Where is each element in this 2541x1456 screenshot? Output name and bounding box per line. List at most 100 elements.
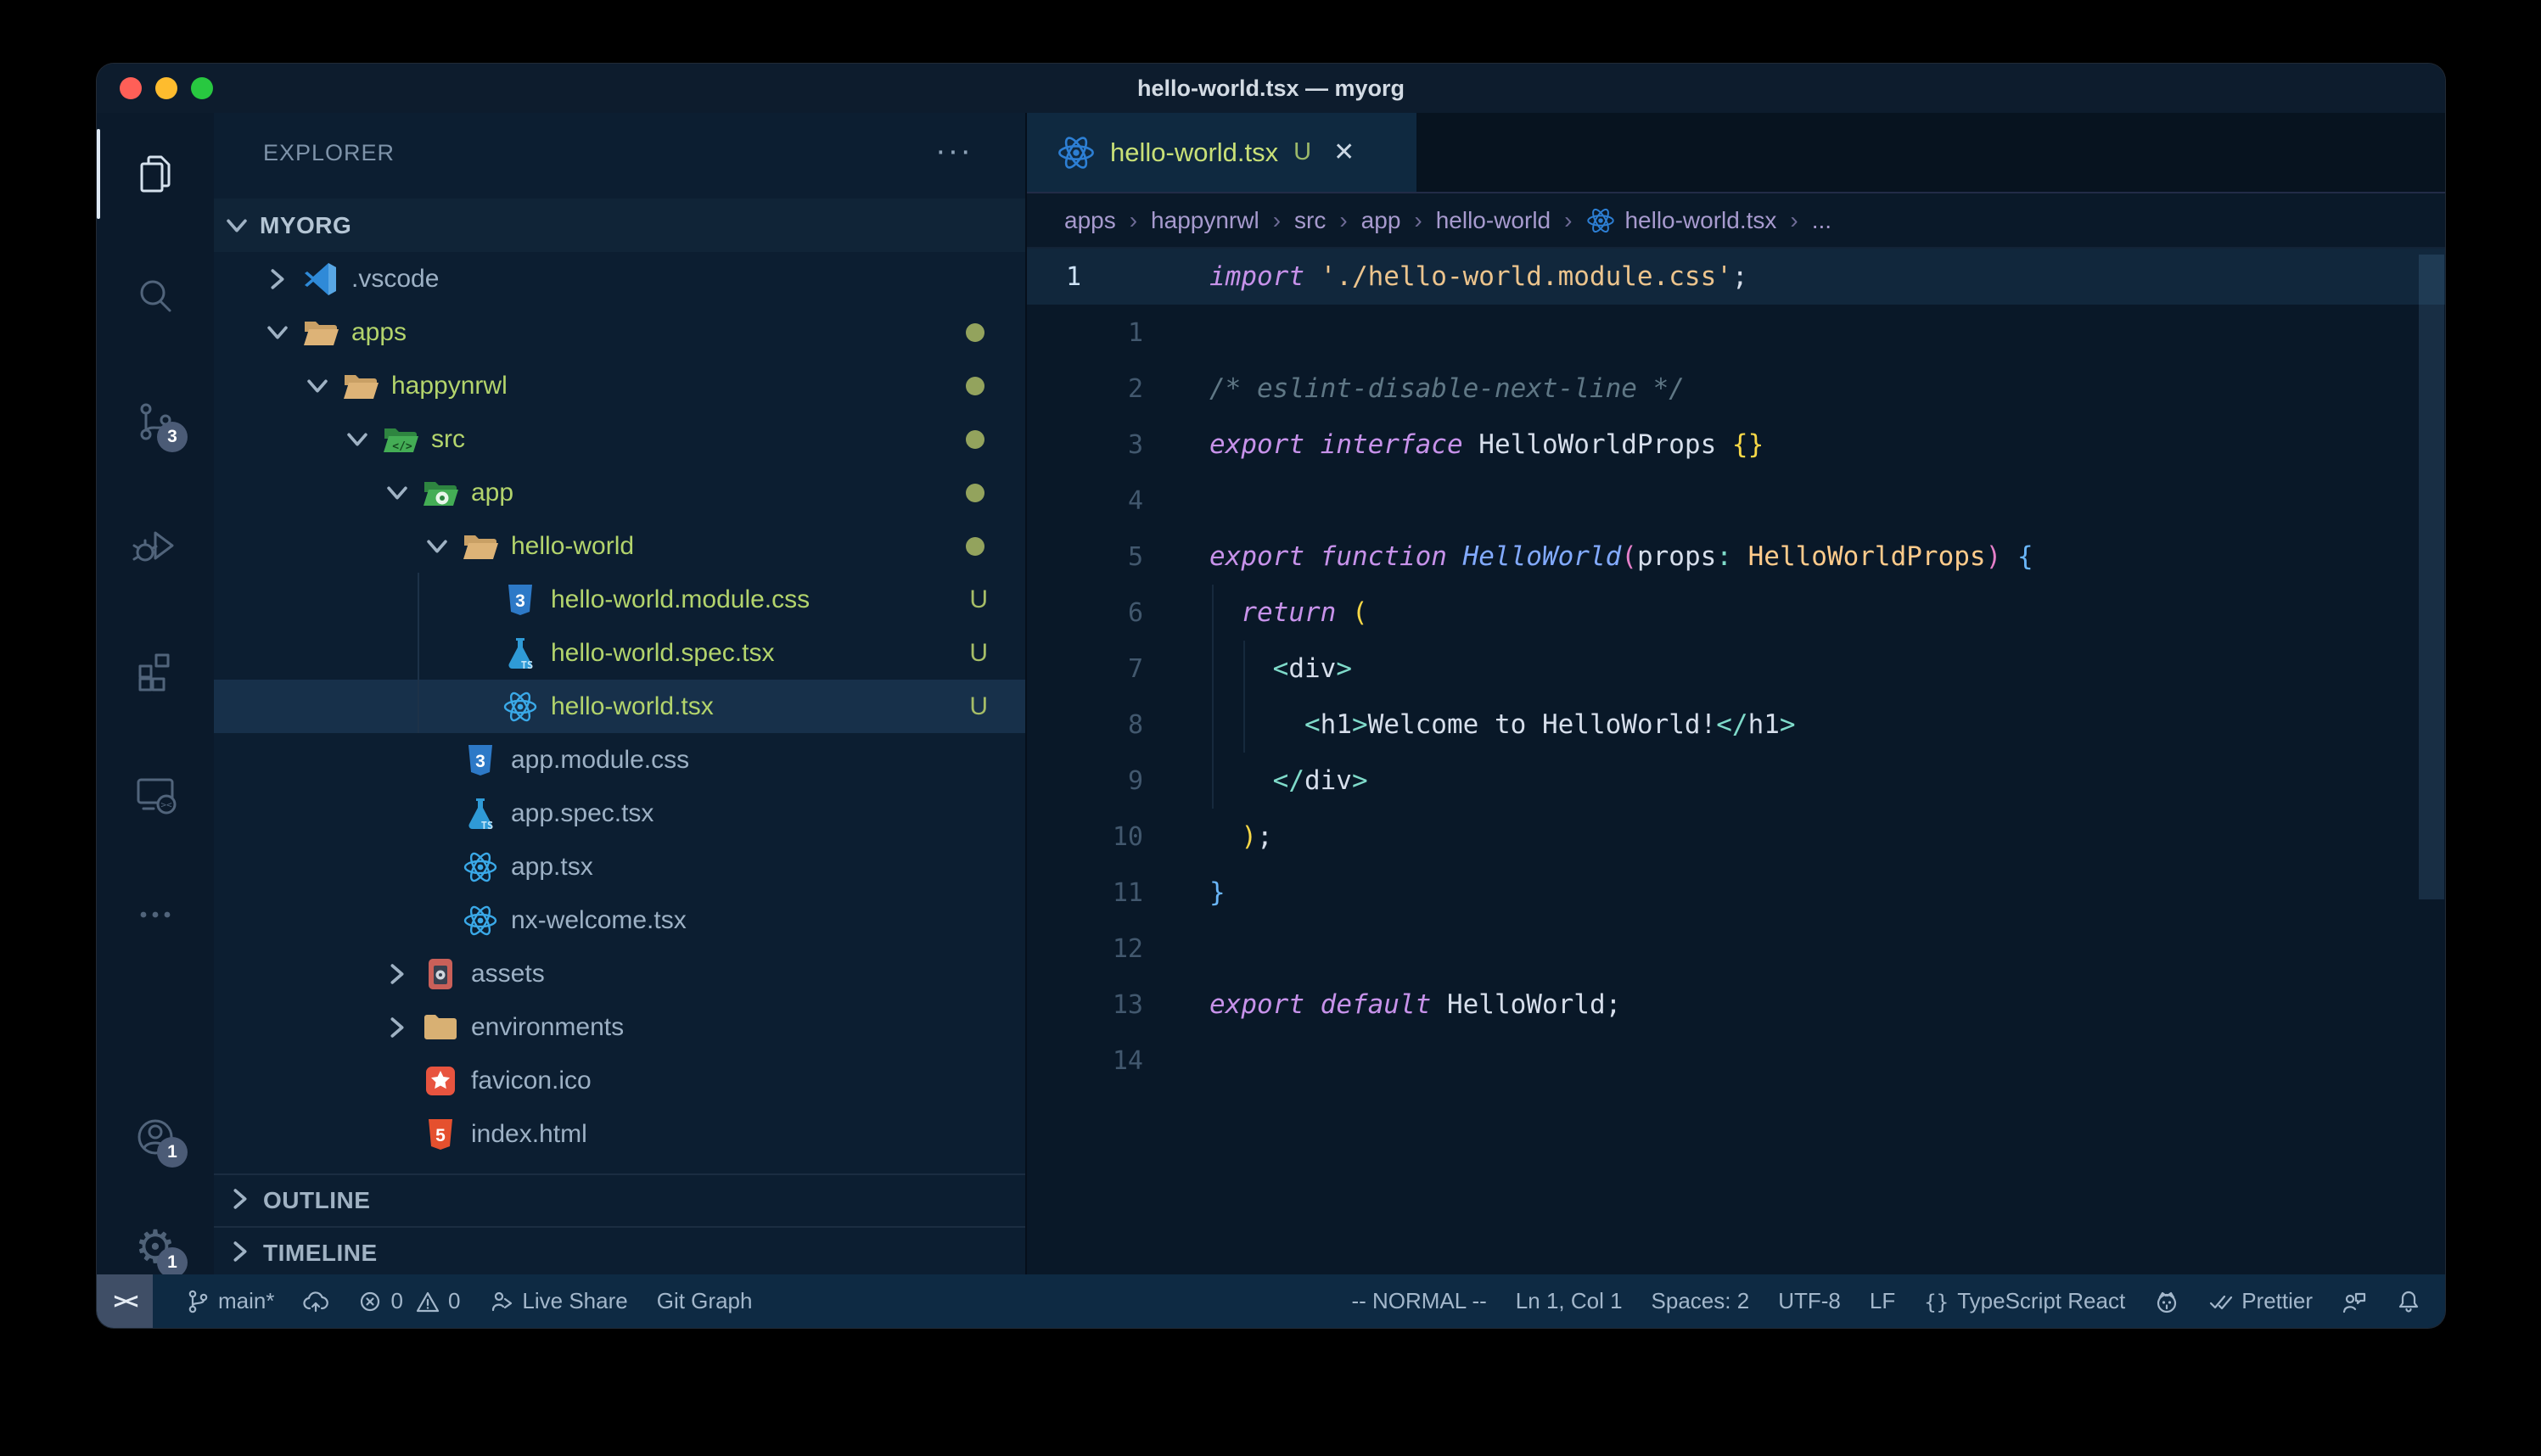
status-item-prettier[interactable]: Prettier (2208, 1288, 2313, 1314)
code-line[interactable]: 11} (1027, 865, 2445, 921)
search-icon[interactable] (132, 273, 179, 321)
explorer-sidebar: EXPLORER ··· MYORG .vscode apps happynrw… (214, 113, 1027, 1274)
tree-item-favicon-ico[interactable]: favicon.ico (214, 1054, 1025, 1107)
accounts-icon[interactable]: 1 (132, 1113, 179, 1161)
code-text: } (1209, 877, 1226, 908)
tree-item-hello-world-tsx[interactable]: hello-world.tsx U (214, 680, 1025, 733)
status-item-feedback[interactable] (2342, 1289, 2367, 1314)
tree-item-assets[interactable]: assets (214, 947, 1025, 1000)
status-item-eol[interactable]: LF (1870, 1288, 1895, 1314)
html-icon: 5 (422, 1116, 459, 1153)
assets-icon (422, 955, 459, 993)
tree-item-hello-world-module-css[interactable]: 3 hello-world.module.css U (214, 573, 1025, 626)
status-item-publish-changes[interactable] (303, 1289, 328, 1314)
tree-item-apps[interactable]: apps (214, 305, 1025, 359)
tree-item-index-html[interactable]: 5 index.html (214, 1107, 1025, 1161)
status-item-vim-mode[interactable]: -- NORMAL -- (1351, 1288, 1486, 1314)
tree-item-src[interactable]: </> src (214, 412, 1025, 466)
vscode-icon (302, 260, 339, 298)
line-number: 3 (1027, 430, 1209, 460)
source-control-icon[interactable]: 3 (132, 398, 179, 445)
code-line[interactable]: 12 (1027, 921, 2445, 977)
code-line[interactable]: 13export default HelloWorld; (1027, 977, 2445, 1033)
code-line[interactable]: 5export function HelloWorld(props: Hello… (1027, 529, 2445, 585)
explorer-more-actions-icon[interactable]: ··· (935, 133, 973, 170)
code-text: <h1>Welcome to HelloWorld!</h1> (1209, 709, 1796, 740)
tree-item-app-tsx[interactable]: app.tsx (214, 840, 1025, 893)
tab-label: hello-world.tsx (1110, 137, 1278, 168)
settings-gear-icon[interactable]: ⚙ 1 (132, 1224, 179, 1271)
status-item-language-mode[interactable]: {}TypeScript React (1924, 1288, 2125, 1314)
run-debug-icon[interactable] (132, 522, 179, 569)
code-line[interactable]: 2/* eslint-disable-next-line */ (1027, 361, 2445, 417)
tree-item-hello-world-spec-tsx[interactable]: TS hello-world.spec.tsx U (214, 626, 1025, 680)
status-item-git-graph[interactable]: Git Graph (657, 1288, 753, 1314)
status-item-warnings[interactable]: 0 (415, 1288, 460, 1314)
tree-item-hello-world[interactable]: hello-world (214, 519, 1025, 573)
workspace-section-header[interactable]: MYORG (214, 199, 1025, 252)
react-icon (462, 848, 499, 886)
explorer-header: EXPLORER ··· (214, 113, 1025, 199)
status-item-live-share[interactable]: Live Share (489, 1288, 627, 1314)
status-item-errors[interactable]: 0 (357, 1288, 402, 1314)
breadcrumb-item-hello-world[interactable]: hello-world (1436, 207, 1551, 234)
tree-item-happynrwl[interactable]: happynrwl (214, 359, 1025, 412)
git-untracked-badge: U (969, 692, 988, 721)
code-line[interactable]: 4 (1027, 473, 2445, 529)
tree-item-app-module-css[interactable]: 3 app.module.css (214, 733, 1025, 787)
tree-item-app-spec-tsx[interactable]: TS app.spec.tsx (214, 787, 1025, 840)
outline-section-header[interactable]: OUTLINE (214, 1174, 1025, 1227)
code-line[interactable]: 6 return ( (1027, 585, 2445, 641)
code-line[interactable]: 8 <h1>Welcome to HelloWorld!</h1> (1027, 697, 2445, 753)
code-line[interactable]: 1 (1027, 305, 2445, 361)
status-item-git-branch[interactable]: main* (185, 1288, 274, 1314)
editor-group: hello-world.tsx U ✕ apps›happynrwl›src›a… (1027, 113, 2445, 1274)
code-line[interactable]: 3export interface HelloWorldProps {} (1027, 417, 2445, 473)
explorer-icon[interactable] (132, 150, 179, 198)
status-item-encoding[interactable]: UTF-8 (1778, 1288, 1841, 1314)
code-line[interactable]: 14 (1027, 1033, 2445, 1089)
chevron-right-icon (226, 1237, 255, 1270)
breadcrumb-item-app[interactable]: app (1361, 207, 1401, 234)
breadcrumb: apps›happynrwl›src›app›hello-world›hello… (1027, 193, 2445, 249)
svg-text:TS: TS (521, 659, 533, 671)
tab-hello-world-tsx[interactable]: hello-world.tsx U ✕ (1027, 113, 1417, 192)
tree-item-environments[interactable]: environments (214, 1000, 1025, 1054)
code-line[interactable]: 9 </div> (1027, 753, 2445, 809)
breadcrumb-item-src[interactable]: src (1294, 207, 1326, 234)
chevron-down-icon (343, 425, 372, 454)
remote-explorer-icon[interactable]: >< (132, 770, 179, 817)
breadcrumb-item-happynrwl[interactable]: happynrwl (1151, 207, 1259, 234)
octoface-icon (2154, 1289, 2179, 1314)
status-item-notifications[interactable] (2396, 1289, 2421, 1314)
tree-item-nx-welcome-tsx[interactable]: nx-welcome.tsx (214, 893, 1025, 947)
breadcrumb-item-apps[interactable]: apps (1064, 207, 1116, 234)
status-item-indentation[interactable]: Spaces: 2 (1652, 1288, 1750, 1314)
active-view-indicator (97, 129, 100, 219)
timeline-section-header[interactable]: TIMELINE (214, 1227, 1025, 1280)
tree-item-app[interactable]: app (214, 466, 1025, 519)
status-item-cursor-position[interactable]: Ln 1, Col 1 (1516, 1288, 1623, 1314)
breadcrumb-item-hello-world-tsx[interactable]: hello-world.tsx (1585, 205, 1776, 236)
checks-icon (2208, 1289, 2234, 1314)
code-line[interactable]: 1import './hello-world.module.css'; (1027, 249, 2445, 305)
editor-scrollbar[interactable] (2419, 255, 2444, 899)
more-views-icon[interactable] (132, 891, 179, 938)
tab-close-icon[interactable]: ✕ (1333, 137, 1355, 167)
code-editor[interactable]: 1import './hello-world.module.css';12/* … (1027, 249, 2445, 1274)
chevron-right-icon (226, 1184, 255, 1218)
chevron-right-icon (383, 960, 412, 988)
code-text: export function HelloWorld(props: HelloW… (1209, 541, 2033, 572)
timeline-label: TIMELINE (263, 1240, 378, 1267)
breadcrumb-item--[interactable]: ... (1812, 207, 1831, 234)
tree-item--vscode[interactable]: .vscode (214, 252, 1025, 305)
extensions-icon[interactable] (132, 647, 179, 694)
status-item-label: Git Graph (657, 1288, 753, 1314)
code-line[interactable]: 10 ); (1027, 809, 2445, 865)
folder-open-icon (462, 528, 499, 565)
status-item-label: LF (1870, 1288, 1895, 1314)
code-line[interactable]: 7 <div> (1027, 641, 2445, 697)
remote-indicator[interactable]: >< (97, 1274, 153, 1328)
status-item-label: 0 (390, 1288, 402, 1314)
status-item-github[interactable] (2154, 1289, 2179, 1314)
